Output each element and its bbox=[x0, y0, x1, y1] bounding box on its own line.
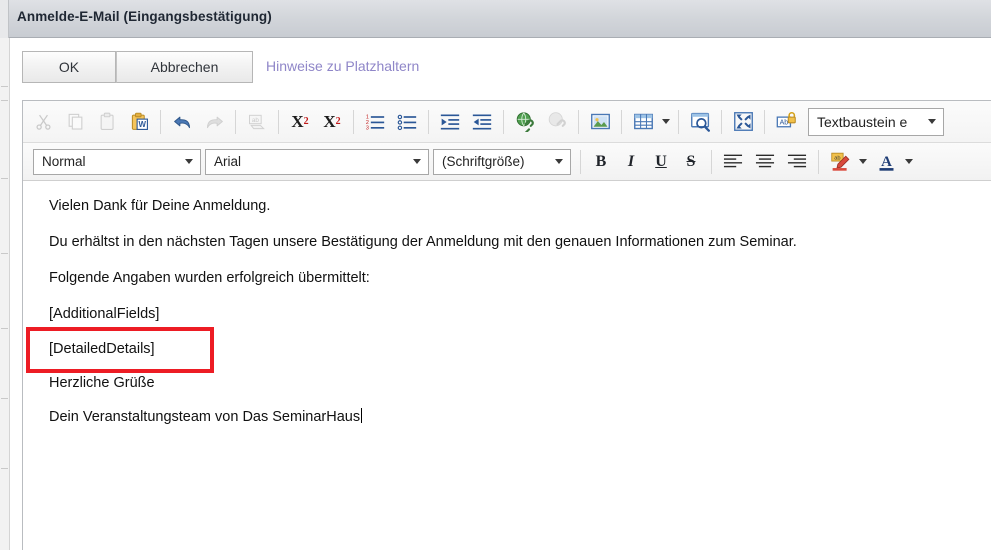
toolbar-separator bbox=[503, 109, 504, 134]
rich-text-editor: W ab X 2 X 2 1 2 3 Ab Textbaustein e Nor… bbox=[22, 100, 991, 550]
toolbar-separator bbox=[160, 109, 161, 134]
toolbar-separator bbox=[578, 109, 579, 134]
editor-toolbar-row-2: Normal Arial (Schriftgröße) B I U S ab A bbox=[23, 143, 991, 181]
toolbar-separator bbox=[580, 149, 581, 174]
bold-button[interactable]: B bbox=[586, 148, 616, 176]
font-color-icon[interactable]: A bbox=[871, 147, 901, 177]
toolbar-separator bbox=[428, 109, 429, 134]
align-center-icon[interactable] bbox=[750, 147, 780, 177]
placeholder-lock-icon[interactable]: Ab bbox=[771, 107, 801, 137]
font-size-value: (Schriftgröße) bbox=[442, 154, 525, 169]
numbered-list-icon[interactable]: 123 bbox=[360, 107, 390, 137]
dialog-title: Anmelde-E-Mail (Eingangsbestätigung) bbox=[17, 9, 272, 24]
remove-link-icon[interactable] bbox=[542, 107, 572, 137]
insert-table-icon[interactable] bbox=[628, 107, 658, 137]
font-size-select[interactable]: (Schriftgröße) bbox=[433, 148, 571, 175]
paragraph-format-select[interactable]: Normal bbox=[33, 148, 201, 175]
paragraph-confirmation[interactable]: Du erhältst in den nächsten Tagen unsere… bbox=[49, 233, 981, 251]
superscript-icon[interactable]: X2 bbox=[285, 107, 315, 137]
highlight-color-icon[interactable]: ab bbox=[825, 147, 855, 177]
editor-document[interactable]: Vielen Dank für Deine Anmeldung. Du erhä… bbox=[23, 183, 991, 426]
textbaustein-select[interactable]: Textbaustein e bbox=[808, 107, 944, 136]
chevron-down-icon bbox=[406, 159, 428, 164]
svg-text:3: 3 bbox=[366, 125, 369, 131]
paragraph-thanks[interactable]: Vielen Dank für Deine Anmeldung. bbox=[49, 197, 981, 215]
paragraph-placeholder-additionalfields[interactable]: [AdditionalFields] bbox=[49, 305, 981, 323]
svg-text:A: A bbox=[881, 154, 892, 170]
svg-text:ab: ab bbox=[834, 155, 840, 161]
dialog-window: Anmelde-E-Mail (Eingangsbestätigung) OK … bbox=[0, 0, 991, 550]
font-color-caret-icon[interactable] bbox=[902, 147, 916, 177]
paragraph-signature-text: Dein Veranstaltungsteam von Das SeminarH… bbox=[49, 408, 361, 425]
indent-decrease-icon[interactable] bbox=[467, 107, 497, 137]
titlebar-left-cap bbox=[0, 0, 9, 38]
insert-image-icon[interactable] bbox=[585, 107, 615, 137]
toolbar-separator bbox=[818, 149, 819, 174]
paragraph-signature[interactable]: Dein Veranstaltungsteam von Das SeminarH… bbox=[49, 407, 981, 426]
font-family-select[interactable]: Arial bbox=[205, 148, 429, 175]
strikethrough-button[interactable]: S bbox=[676, 148, 706, 176]
cancel-button[interactable]: Abbrechen bbox=[116, 51, 253, 83]
align-right-icon[interactable] bbox=[782, 147, 812, 177]
paragraph-placeholder-detaileddetails[interactable]: [DetailedDetails] bbox=[49, 340, 981, 358]
editor-content-area[interactable]: Vielen Dank für Deine Anmeldung. Du erhä… bbox=[23, 183, 991, 550]
textbaustein-select-value: Textbaustein e bbox=[817, 113, 908, 130]
page-left-gutter bbox=[0, 38, 10, 550]
underline-button[interactable]: U bbox=[646, 148, 676, 176]
align-left-icon[interactable] bbox=[718, 147, 748, 177]
svg-text:ab: ab bbox=[252, 117, 259, 124]
chevron-down-icon bbox=[548, 159, 570, 164]
cut-icon[interactable] bbox=[28, 107, 58, 137]
paragraph-format-value: Normal bbox=[42, 154, 86, 169]
placeholder-hints-link[interactable]: Hinweise zu Platzhaltern bbox=[266, 58, 419, 74]
italic-button[interactable]: I bbox=[616, 148, 646, 176]
toolbar-separator bbox=[278, 109, 279, 134]
ok-button[interactable]: OK bbox=[22, 51, 116, 83]
paragraph-submitted-intro[interactable]: Folgende Angaben wurden erfolgreich über… bbox=[49, 269, 981, 287]
subscript-icon[interactable]: X2 bbox=[317, 107, 347, 137]
undo-icon[interactable] bbox=[167, 107, 197, 137]
toolbar-separator bbox=[711, 149, 712, 174]
font-family-value: Arial bbox=[214, 154, 242, 169]
indent-increase-icon[interactable] bbox=[435, 107, 465, 137]
copy-icon[interactable] bbox=[60, 107, 90, 137]
toolbar-separator bbox=[235, 109, 236, 134]
toolbar-separator bbox=[621, 109, 622, 134]
highlight-color-caret-icon[interactable] bbox=[856, 147, 870, 177]
svg-text:Ab: Ab bbox=[779, 120, 788, 127]
bulleted-list-icon[interactable] bbox=[392, 107, 422, 137]
spellcheck-icon[interactable]: ab bbox=[242, 107, 272, 137]
redo-icon[interactable] bbox=[199, 107, 229, 137]
insert-link-icon[interactable] bbox=[510, 107, 540, 137]
toolbar-separator bbox=[721, 109, 722, 134]
paste-from-word-icon[interactable]: W bbox=[124, 107, 154, 137]
toolbar-separator bbox=[764, 109, 765, 134]
chevron-down-icon bbox=[178, 159, 200, 164]
fullscreen-icon[interactable] bbox=[728, 107, 758, 137]
table-options-caret-icon[interactable] bbox=[659, 107, 673, 137]
dialog-action-bar: OK Abbrechen Hinweise zu Platzhaltern bbox=[10, 39, 991, 95]
source-view-icon[interactable] bbox=[685, 107, 715, 137]
editor-toolbar-row-1: W ab X 2 X 2 1 2 3 Ab Textbaustein e bbox=[23, 101, 991, 143]
paste-icon[interactable] bbox=[92, 107, 122, 137]
chevron-down-icon bbox=[921, 119, 943, 124]
dialog-titlebar: Anmelde-E-Mail (Eingangsbestätigung) bbox=[0, 0, 991, 38]
toolbar-separator bbox=[678, 109, 679, 134]
paragraph-regards[interactable]: Herzliche Grüße bbox=[49, 374, 981, 392]
svg-text:W: W bbox=[138, 120, 146, 129]
toolbar-separator bbox=[353, 109, 354, 134]
text-cursor bbox=[361, 407, 363, 423]
